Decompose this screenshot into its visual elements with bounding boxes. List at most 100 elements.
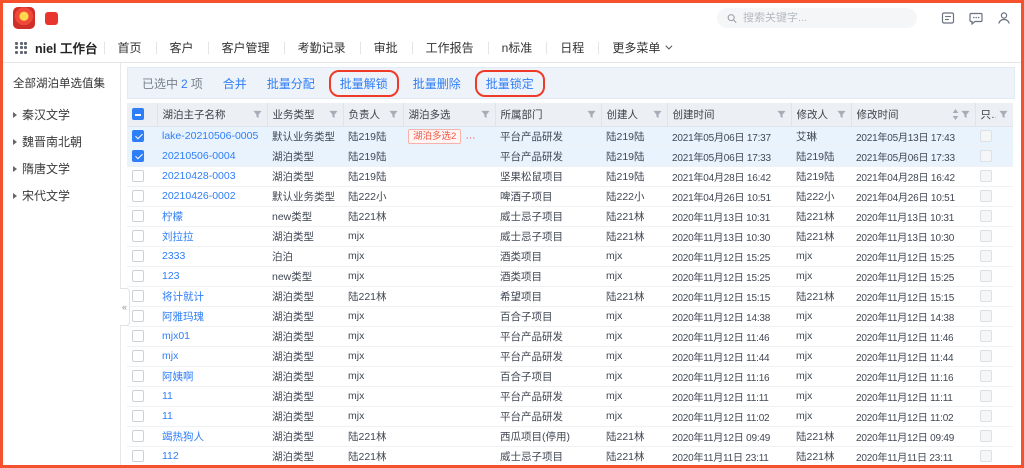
row-checkbox[interactable] bbox=[132, 330, 144, 342]
row-checkbox[interactable] bbox=[132, 430, 144, 442]
row-checkbox[interactable] bbox=[132, 290, 144, 302]
search-input[interactable] bbox=[743, 12, 907, 24]
nav-item-6[interactable]: 工作报告 bbox=[412, 33, 488, 62]
owner-cell: 陆221林 bbox=[343, 286, 403, 306]
dept-cell: 平台产品研发 bbox=[495, 346, 601, 366]
row-checkbox[interactable] bbox=[132, 410, 144, 422]
lake-name-link[interactable]: 阿姨啊 bbox=[162, 371, 194, 383]
row-checkbox[interactable] bbox=[132, 230, 144, 242]
lake-name-link[interactable]: 将计就计 bbox=[162, 291, 204, 303]
row-checkbox[interactable] bbox=[132, 130, 144, 142]
filter-icon[interactable] bbox=[653, 110, 662, 119]
sidebar-collapse-handle[interactable]: « bbox=[120, 288, 130, 326]
red-app-icon[interactable] bbox=[45, 12, 58, 25]
expand-arrow-icon[interactable] bbox=[13, 193, 17, 199]
expand-arrow-icon[interactable] bbox=[13, 166, 17, 172]
lake-name-link[interactable]: mjx bbox=[162, 350, 178, 362]
lake-name-link[interactable]: 20210428-0003 bbox=[162, 170, 236, 182]
nav-item-8[interactable]: 日程 bbox=[546, 33, 598, 62]
modified-cell: 2020年11月12日 09:49 bbox=[851, 426, 975, 446]
lake-name-link[interactable]: 刘拉拉 bbox=[162, 231, 194, 243]
apps-grid-icon[interactable] bbox=[15, 42, 27, 54]
lake-name-link[interactable]: 竭热狗人 bbox=[162, 431, 204, 443]
nav-item-2[interactable]: 客户 bbox=[156, 33, 208, 62]
sidebar-item[interactable]: 隋唐文学 bbox=[3, 155, 120, 182]
row-checkbox[interactable] bbox=[132, 450, 144, 462]
sidebar-item[interactable]: 宋代文学 bbox=[3, 182, 120, 209]
editor-cell: 陆221林 bbox=[791, 426, 851, 446]
sort-icon[interactable] bbox=[952, 109, 959, 120]
column-header: 修改人 bbox=[791, 103, 851, 126]
multiselect-cell bbox=[403, 286, 495, 306]
lake-name-link[interactable]: 柠檬 bbox=[162, 211, 183, 223]
dept-cell: 平台产品研发 bbox=[495, 146, 601, 166]
filter-icon[interactable] bbox=[481, 110, 490, 119]
creator-cell: mjx bbox=[601, 326, 667, 346]
row-checkbox[interactable] bbox=[132, 150, 144, 162]
editor-cell: 艾琳 bbox=[791, 126, 851, 146]
message-square-icon[interactable] bbox=[941, 11, 955, 25]
nav-more-menu[interactable]: 更多菜单 bbox=[598, 33, 684, 62]
editor-cell: 陆221林 bbox=[791, 226, 851, 246]
editor-cell: 陆222小 bbox=[791, 186, 851, 206]
lake-name-link[interactable]: 2333 bbox=[162, 250, 185, 262]
lake-name-link[interactable]: lake-20210506-0005 bbox=[162, 130, 258, 142]
row-checkbox[interactable] bbox=[132, 190, 144, 202]
sidebar-item[interactable]: 秦汉文学 bbox=[3, 101, 120, 128]
modified-cell: 2020年11月12日 15:25 bbox=[851, 266, 975, 286]
owner-cell: mjx bbox=[343, 386, 403, 406]
select-all-checkbox[interactable] bbox=[132, 108, 144, 120]
profile-icon[interactable] bbox=[997, 11, 1011, 25]
filter-icon[interactable] bbox=[389, 110, 398, 119]
row-checkbox[interactable] bbox=[132, 270, 144, 282]
batch-action-2[interactable]: 批量分配 bbox=[267, 75, 315, 92]
lake-name-link[interactable]: 11 bbox=[162, 390, 173, 402]
batch-action-5[interactable]: 批量锁定 bbox=[475, 70, 545, 97]
expand-arrow-icon[interactable] bbox=[13, 139, 17, 145]
lake-name-link[interactable]: 112 bbox=[162, 450, 179, 462]
row-checkbox[interactable] bbox=[132, 250, 144, 262]
dept-cell: 希望项目 bbox=[495, 286, 601, 306]
batch-action-4[interactable]: 批量删除 bbox=[413, 75, 461, 92]
global-search[interactable] bbox=[717, 8, 917, 28]
nav-item-5[interactable]: 审批 bbox=[360, 33, 412, 62]
lake-name-link[interactable]: 阿雅玛瑰 bbox=[162, 311, 204, 323]
row-checkbox[interactable] bbox=[132, 170, 144, 182]
sidebar-item[interactable]: 魏晋南北朝 bbox=[3, 128, 120, 155]
app-logo-icon[interactable] bbox=[13, 7, 35, 29]
row-checkbox[interactable] bbox=[132, 390, 144, 402]
lake-name-link[interactable]: 20210426-0002 bbox=[162, 190, 236, 202]
lake-name-link[interactable]: mjx01 bbox=[162, 330, 190, 342]
workspace-title[interactable]: niel 工作台 bbox=[35, 38, 98, 57]
row-checkbox[interactable] bbox=[132, 210, 144, 222]
filter-icon[interactable] bbox=[587, 110, 596, 119]
filter-icon[interactable] bbox=[999, 110, 1008, 119]
column-header: 所属部门 bbox=[495, 103, 601, 126]
nav-item-1[interactable]: 首页 bbox=[104, 33, 156, 62]
batch-action-3[interactable]: 批量解锁 bbox=[329, 70, 399, 97]
filter-icon[interactable] bbox=[961, 110, 970, 119]
filter-icon[interactable] bbox=[837, 110, 846, 119]
lake-name-link[interactable]: 11 bbox=[162, 410, 173, 422]
row-checkbox[interactable] bbox=[132, 370, 144, 382]
nav-item-4[interactable]: 考勤记录 bbox=[284, 33, 360, 62]
lake-name-link[interactable]: 123 bbox=[162, 270, 180, 282]
batch-action-1[interactable]: 合并 bbox=[223, 75, 247, 92]
creator-cell: mjx bbox=[601, 306, 667, 326]
chat-icon[interactable] bbox=[969, 11, 983, 25]
multiselect-cell bbox=[403, 406, 495, 426]
filter-icon[interactable] bbox=[777, 110, 786, 119]
type-cell: new类型 bbox=[267, 206, 343, 226]
column-title: 修改人 bbox=[797, 107, 829, 122]
nav-item-7[interactable]: n标准 bbox=[488, 33, 547, 62]
lake-name-link[interactable]: 20210506-0004 bbox=[162, 150, 236, 162]
filter-icon[interactable] bbox=[329, 110, 338, 119]
nav-item-3[interactable]: 客户管理 bbox=[208, 33, 284, 62]
expand-arrow-icon[interactable] bbox=[13, 112, 17, 118]
filter-icon[interactable] bbox=[253, 110, 262, 119]
modified-cell: 2020年11月12日 14:38 bbox=[851, 306, 975, 326]
column-header: 创建时间 bbox=[667, 103, 791, 126]
owner-cell: mjx bbox=[343, 266, 403, 286]
row-checkbox[interactable] bbox=[132, 350, 144, 362]
row-checkbox[interactable] bbox=[132, 310, 144, 322]
